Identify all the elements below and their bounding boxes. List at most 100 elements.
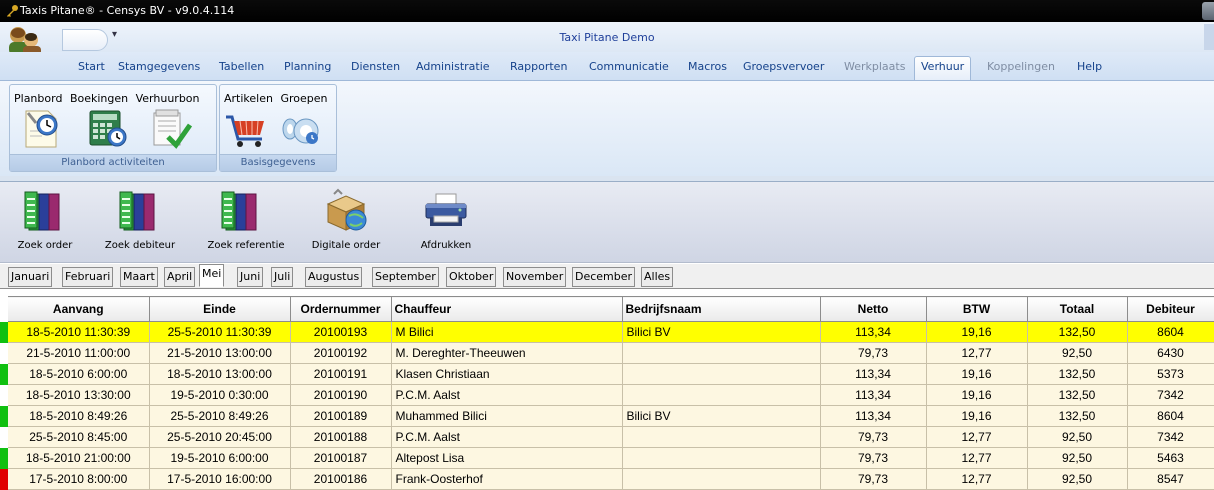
table-cell-bedrijfsnaam <box>622 468 821 490</box>
planbord-icon[interactable] <box>22 109 66 149</box>
table-cell-debiteur: 7342 <box>1127 384 1214 406</box>
tab-alles[interactable]: Alles <box>641 267 674 287</box>
table-cell-debiteur: 7342 <box>1127 426 1214 448</box>
table-cell-einde: 25-5-2010 20:45:00 <box>149 426 291 448</box>
tab-planning[interactable]: Planning <box>284 60 331 73</box>
tab-administratie[interactable]: Administratie <box>416 60 490 73</box>
table-cell-ordernummer: 20100189 <box>290 405 392 427</box>
window-controls[interactable] <box>1202 2 1214 20</box>
digitale-order-button[interactable]: Digitale order <box>308 182 384 260</box>
table-cell-chauffeur: P.C.M. Aalst <box>391 426 623 448</box>
tab-maart[interactable]: Maart <box>120 267 158 287</box>
tab-stamgegevens[interactable]: Stamgegevens <box>118 60 200 73</box>
table-cell-netto: 113,34 <box>820 384 927 406</box>
table-row[interactable]: 21-5-2010 11:00:00 21-5-2010 13:00:00 2010… <box>8 342 1214 364</box>
tab-diensten[interactable]: Diensten <box>351 60 400 73</box>
ribbon-group-basisgegevens: Artikelen Groepen Basisgegevens <box>219 84 337 172</box>
row-status-indicator <box>0 385 8 406</box>
column-header-netto[interactable]: Netto <box>820 296 927 322</box>
column-header-ordernummer[interactable]: Ordernummer <box>290 296 392 322</box>
table-cell-aanvang: 18-5-2010 6:00:00 <box>8 363 150 385</box>
table-header-row: Aanvang Einde Ordernummer Chauffeur Bedr… <box>8 296 1214 322</box>
table-cell-totaal: 132,50 <box>1027 321 1128 343</box>
tab-tabellen[interactable]: Tabellen <box>219 60 264 73</box>
row-status-indicator <box>0 406 8 427</box>
planbord-button[interactable]: Planbord <box>14 92 62 105</box>
column-header-chauffeur[interactable]: Chauffeur <box>391 296 623 322</box>
table-row[interactable]: 25-5-2010 8:45:00 25-5-2010 20:45:00 20100… <box>8 426 1214 448</box>
box-globe-icon <box>326 188 367 231</box>
table-cell-debiteur: 8547 <box>1127 468 1214 490</box>
groepen-icon[interactable] <box>278 109 322 149</box>
groepen-button[interactable]: Groepen <box>280 92 327 105</box>
table-row[interactable]: 18-5-2010 13:30:00 19-5-2010 0:30:00 20100… <box>8 384 1214 406</box>
tab-januari[interactable]: Januari <box>8 267 53 287</box>
column-header-btw[interactable]: BTW <box>926 296 1028 322</box>
tab-macros[interactable]: Macros <box>688 60 727 73</box>
tab-december[interactable]: December <box>572 267 636 287</box>
tab-april[interactable]: April <box>164 267 196 287</box>
tab-juni[interactable]: Juni <box>237 267 264 287</box>
column-header-debiteur[interactable]: Debiteur <box>1127 296 1214 322</box>
boekingen-icon[interactable] <box>86 109 130 149</box>
column-header-bedrijfsnaam[interactable]: Bedrijfsnaam <box>622 296 821 322</box>
table-cell-debiteur: 5463 <box>1127 447 1214 469</box>
zoek-debiteur-button[interactable]: Zoek debiteur <box>104 182 176 260</box>
tab-groepsvervoer[interactable]: Groepsvervoer <box>743 60 824 73</box>
shopping-cart-icon[interactable] <box>224 109 268 149</box>
table-cell-einde: 25-5-2010 11:30:39 <box>149 321 291 343</box>
window-titlebar: Taxis Pitane® - Censys BV - v9.0.4.114 <box>0 0 1214 22</box>
tab-november[interactable]: November <box>503 267 567 287</box>
table-cell-btw: 12,77 <box>926 468 1028 490</box>
verhuurbon-icon[interactable] <box>150 109 194 149</box>
table-cell-aanvang: 18-5-2010 8:49:26 <box>8 405 150 427</box>
table-row[interactable]: 17-5-2010 8:00:00 17-5-2010 16:00:00 20100… <box>8 468 1214 490</box>
column-header-aanvang[interactable]: Aanvang <box>8 296 150 322</box>
tab-help[interactable]: Help <box>1077 60 1102 73</box>
table-cell-btw: 12,77 <box>926 447 1028 469</box>
tab-februari[interactable]: Februari <box>62 267 114 287</box>
tab-verhuur[interactable]: Verhuur <box>914 56 972 80</box>
orders-grid: Aanvang Einde Ordernummer Chauffeur Bedr… <box>8 296 1214 490</box>
tab-juli[interactable]: Juli <box>271 267 294 287</box>
table-cell-netto: 113,34 <box>820 321 927 343</box>
table-cell-einde: 19-5-2010 0:30:00 <box>149 384 291 406</box>
zoek-order-button[interactable]: Zoek order <box>14 182 76 260</box>
table-cell-aanvang: 21-5-2010 11:00:00 <box>8 342 150 364</box>
tab-oktober[interactable]: Oktober <box>446 267 497 287</box>
verhuurbon-button[interactable]: Verhuurbon <box>136 92 200 105</box>
tab-koppelingen: Koppelingen <box>987 60 1055 73</box>
table-cell-debiteur: 6430 <box>1127 342 1214 364</box>
table-cell-debiteur: 8604 <box>1127 321 1214 343</box>
table-row[interactable]: 18-5-2010 8:49:26 25-5-2010 8:49:26 201001… <box>8 405 1214 427</box>
table-cell-aanvang: 18-5-2010 11:30:39 <box>8 321 150 343</box>
printer-icon <box>425 193 467 226</box>
table-cell-totaal: 132,50 <box>1027 363 1128 385</box>
column-header-totaal[interactable]: Totaal <box>1027 296 1128 322</box>
tab-augustus[interactable]: Augustus <box>305 267 363 287</box>
artikelen-button[interactable]: Artikelen <box>224 92 273 105</box>
zoek-referentie-button[interactable]: Zoek referentie <box>200 182 292 260</box>
tab-mei[interactable]: Mei <box>199 264 225 287</box>
row-status-indicator <box>0 469 8 490</box>
tab-start[interactable]: Start <box>78 60 105 73</box>
zoek-referentie-label: Zoek referentie <box>207 240 285 251</box>
table-cell-ordernummer: 20100193 <box>290 321 392 343</box>
row-status-indicator <box>0 322 8 343</box>
boekingen-button[interactable]: Boekingen <box>70 92 128 105</box>
tab-september[interactable]: September <box>372 267 439 287</box>
table-cell-btw: 12,77 <box>926 426 1028 448</box>
table-cell-debiteur: 5373 <box>1127 363 1214 385</box>
table-cell-ordernummer: 20100186 <box>290 468 392 490</box>
table-cell-bedrijfsnaam <box>622 447 821 469</box>
tab-rapporten[interactable]: Rapporten <box>510 60 567 73</box>
table-cell-chauffeur: Klasen Christiaan <box>391 363 623 385</box>
table-row[interactable]: 18-5-2010 6:00:00 18-5-2010 13:00:00 20100… <box>8 363 1214 385</box>
table-cell-totaal: 132,50 <box>1027 405 1128 427</box>
tab-communicatie[interactable]: Communicatie <box>589 60 669 73</box>
column-header-einde[interactable]: Einde <box>149 296 291 322</box>
afdrukken-button[interactable]: Afdrukken <box>416 182 476 260</box>
digitale-order-label: Digitale order <box>311 240 381 251</box>
table-row[interactable]: 18-5-2010 11:30:39 25-5-2010 11:30:39 2010… <box>8 321 1214 343</box>
table-row[interactable]: 18-5-2010 21:00:00 19-5-2010 6:00:00 20100… <box>8 447 1214 469</box>
